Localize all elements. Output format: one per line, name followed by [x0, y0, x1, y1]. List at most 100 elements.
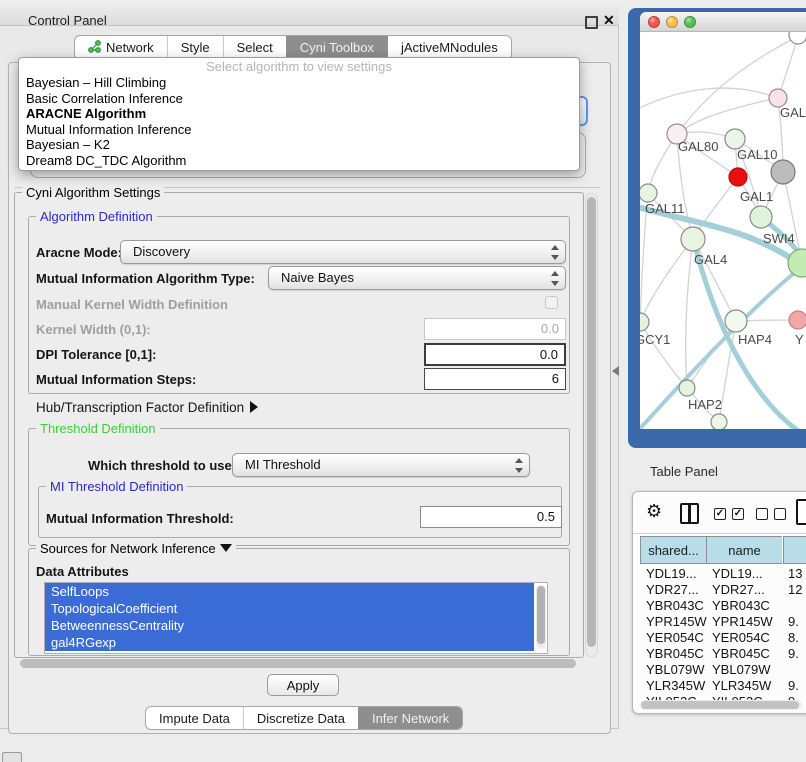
node-HAP4[interactable] — [725, 310, 747, 332]
scrollbar-thumb[interactable] — [20, 659, 576, 668]
table-cell-name[interactable]: YDL19... — [712, 566, 763, 581]
network-window-titlebar[interactable] — [640, 12, 806, 32]
algorithm-option-aracne-algorithm[interactable]: ARACNE Algorithm — [19, 106, 579, 122]
network-canvas[interactable]: GALGAL80GAL10GAL1GAL11SWI4GAL4GCY1HAP4YH… — [640, 32, 806, 429]
tab-discretize-data[interactable]: Discretize Data — [243, 707, 358, 729]
table-cell-value[interactable]: 12 — [788, 582, 802, 597]
table-cell-shared-name[interactable]: YBR045C — [646, 646, 704, 661]
data-attributes-list[interactable]: SelfLoopsTopologicalCoefficientBetweenne… — [44, 582, 548, 654]
network-edge[interactable] — [640, 88, 778, 110]
algorithm-option-dream8-dc-tdc-algorithm[interactable]: Dream8 DC_TDC Algorithm — [19, 153, 579, 169]
which-threshold-label: Which threshold to use: — [88, 458, 236, 473]
column-layout-icon[interactable] — [680, 503, 699, 524]
node-GAL1[interactable] — [750, 206, 772, 228]
table-cell-name[interactable]: YBR043C — [712, 598, 770, 613]
attribute-item-topologicalcoefficient[interactable]: TopologicalCoefficient — [45, 600, 534, 617]
aracne-mode-select[interactable]: Discovery — [120, 240, 566, 264]
kernel-width-field[interactable]: 0.0 — [424, 318, 566, 340]
node-top-partial[interactable] — [789, 32, 806, 44]
manual-kernel-width-checkbox[interactable] — [545, 296, 558, 309]
apply-button[interactable]: Apply — [267, 674, 339, 696]
tab-cyni-toolbox[interactable]: Cyni Toolbox — [286, 36, 387, 59]
table-cell-value[interactable]: 9. — [788, 678, 799, 693]
node-GAL4[interactable] — [681, 227, 705, 251]
panel-divider-collapse-icon[interactable] — [612, 366, 619, 376]
table-cell-shared-name[interactable]: YDR27... — [646, 582, 699, 597]
mi-algorithm-type-label: Mutual Information Algorithm Type: — [36, 271, 255, 286]
mi-threshold-label: Mutual Information Threshold: — [46, 511, 234, 526]
node-label-gal10: GAL10 — [737, 147, 777, 162]
hub-tf-definition-toggle[interactable]: Hub/Transcription Factor Definition — [36, 400, 258, 415]
toolbar-divider — [633, 533, 806, 534]
close-icon[interactable]: ✕ — [603, 12, 615, 29]
algorithm-option-bayesian-k2[interactable]: Bayesian – K2 — [19, 137, 579, 153]
table-cell-value[interactable]: 13 — [788, 566, 802, 581]
scrollbar-thumb[interactable] — [587, 197, 596, 647]
zoom-traffic-light-icon[interactable] — [684, 16, 696, 28]
checked-checkbox-icon[interactable]: ✓ — [732, 508, 744, 520]
mi-algorithm-type-select[interactable]: Naive Bayes — [268, 266, 566, 290]
settings-vertical-scrollbar[interactable] — [585, 193, 598, 657]
node-pink-Y[interactable] — [789, 311, 806, 329]
tab-impute-data[interactable]: Impute Data — [146, 707, 243, 729]
table-cell-name[interactable]: YER054C — [712, 630, 770, 645]
table-cell-shared-name[interactable]: YBR043C — [646, 598, 704, 613]
tab-style[interactable]: Style — [167, 36, 223, 59]
column-header-partial[interactable] — [783, 536, 806, 564]
table-cell-name[interactable]: YDR27... — [712, 582, 765, 597]
table-cell-shared-name[interactable]: YLR345W — [646, 678, 705, 693]
unchecked-checkbox-icon[interactable] — [774, 508, 786, 520]
tab-select[interactable]: Select — [223, 36, 286, 59]
settings-horizontal-scrollbar[interactable] — [18, 658, 580, 670]
table-cell-name[interactable]: YPR145W — [712, 614, 773, 629]
tab-network[interactable]: Network — [75, 36, 167, 59]
node-HAP2[interactable] — [679, 380, 695, 396]
float-window-icon[interactable] — [585, 16, 598, 29]
mi-threshold-field[interactable]: 0.5 — [420, 506, 562, 528]
network-edge[interactable] — [640, 239, 693, 322]
new-table-page-icon[interactable] — [796, 499, 806, 525]
attribute-item-betweennesscentrality[interactable]: BetweennessCentrality — [45, 617, 534, 634]
checked-checkbox-icon[interactable]: ✓ — [714, 508, 726, 520]
mi-steps-field[interactable]: 6 — [424, 368, 566, 390]
column-header-shared-name[interactable]: shared... — [640, 536, 706, 564]
table-cell-name[interactable]: YBL079W — [712, 662, 771, 677]
table-cell-shared-name[interactable]: YBL079W — [646, 662, 705, 677]
table-cell-name[interactable]: YLR345W — [712, 678, 771, 693]
node-gray[interactable] — [771, 160, 795, 184]
close-traffic-light-icon[interactable] — [648, 16, 660, 28]
node-GAL11[interactable] — [640, 184, 657, 202]
table-cell-shared-name[interactable]: YER054C — [646, 630, 704, 645]
algorithm-option-basic-correlation-inference[interactable]: Basic Correlation Inference — [19, 91, 579, 107]
table-horizontal-scrollbar[interactable] — [640, 700, 802, 710]
list-scrollbar[interactable] — [536, 585, 546, 649]
node-bottom-partial[interactable] — [711, 414, 727, 429]
which-threshold-select[interactable]: MI Threshold — [232, 453, 530, 477]
node-GCY1[interactable] — [640, 313, 649, 331]
node-red[interactable] — [729, 168, 747, 186]
dpi-tolerance-field[interactable]: 0.0 — [424, 343, 566, 366]
table-cell-shared-name[interactable]: YPR145W — [646, 614, 707, 629]
table-cell-value[interactable]: 9. — [788, 614, 799, 629]
column-header-name[interactable]: name — [706, 536, 782, 564]
network-edge[interactable] — [686, 239, 693, 388]
scrollbar-thumb[interactable] — [537, 586, 545, 644]
attribute-item-selfloops[interactable]: SelfLoops — [45, 583, 534, 600]
tab-infer-network[interactable]: Infer Network — [358, 707, 462, 729]
collapsed-panel-icon[interactable] — [2, 752, 22, 762]
tab-jactivemnodules[interactable]: jActiveMNodules — [387, 36, 511, 59]
settings-gear-icon[interactable]: ⚙ — [646, 502, 662, 520]
attribute-item-gal4rgexp[interactable]: gal4RGexp — [45, 634, 534, 651]
table-cell-name[interactable]: YBR045C — [712, 646, 770, 661]
table-cell-value[interactable]: 8. — [788, 630, 799, 645]
unchecked-checkbox-icon[interactable] — [756, 508, 768, 520]
algorithm-option-bayesian-hill-climbing[interactable]: Bayesian – Hill Climbing — [19, 75, 579, 91]
minimize-traffic-light-icon[interactable] — [666, 16, 678, 28]
node-SWI4[interactable] — [788, 249, 806, 277]
table-cell-value[interactable]: 9. — [788, 646, 799, 661]
node-GAL10[interactable] — [725, 129, 745, 149]
scrollbar-thumb[interactable] — [641, 701, 799, 709]
algorithm-option-mutual-information-inference[interactable]: Mutual Information Inference — [19, 122, 579, 138]
sources-toggle[interactable]: Sources for Network Inference — [36, 541, 236, 556]
table-cell-shared-name[interactable]: YDL19... — [646, 566, 697, 581]
